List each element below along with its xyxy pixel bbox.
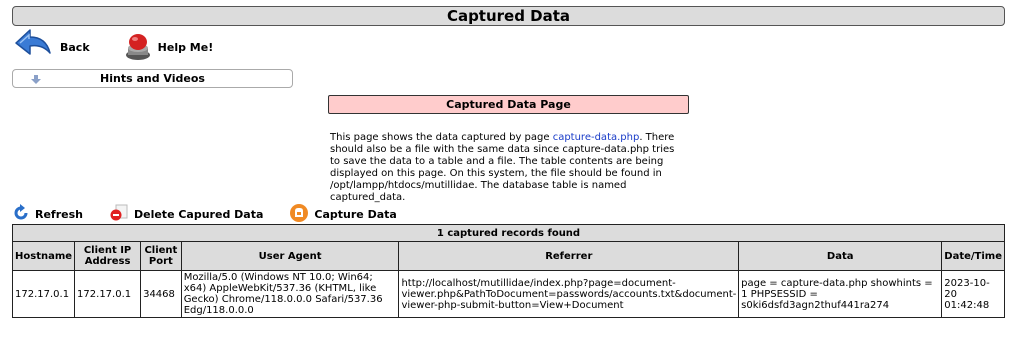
back-arrow-icon (12, 27, 54, 68)
record-count: 1 captured records found (12, 224, 1005, 242)
cell-client-ip: 172.17.0.1 (74, 270, 142, 318)
section-header: Captured Data Page (328, 95, 689, 114)
refresh-label: Refresh (35, 207, 83, 221)
capture-data-link[interactable]: capture-data.php (553, 132, 640, 143)
capture-label: Capture Data (314, 207, 397, 221)
page-description: This page shows the data captured by pag… (330, 132, 680, 204)
actions-bar: Refresh Delete Capured Data Capture Data (12, 203, 423, 226)
refresh-icon (12, 203, 30, 225)
table-row: 172.17.0.1 172.17.0.1 34468 Mozilla/5.0 … (11, 270, 1005, 318)
column-header-hostname: Hostname (11, 241, 76, 271)
page-title: Captured Data (12, 6, 1005, 26)
help-button[interactable]: Help Me! (124, 31, 214, 64)
help-button-icon (124, 31, 152, 64)
help-label: Help Me! (157, 40, 214, 54)
back-label: Back (60, 40, 90, 54)
back-button[interactable]: Back (12, 27, 90, 68)
table-header-row: Hostname Client IP Address Client Port U… (11, 241, 1005, 271)
cell-user-agent: Mozilla/5.0 (Windows NT 10.0; Win64; x64… (180, 270, 400, 318)
cell-data: page = capture-data.php showhints = 1 PH… (738, 270, 943, 318)
delete-captured-data-button[interactable]: Delete Capured Data (109, 204, 263, 225)
column-header-datetime: Date/Time (941, 241, 1005, 271)
record-count-row: 1 captured records found (12, 224, 1005, 242)
delete-icon (109, 204, 129, 225)
captured-records-table: 1 captured records found Hostname Client… (11, 224, 1005, 318)
capture-icon (289, 203, 309, 226)
hints-and-videos-toggle[interactable]: Hints and Videos (12, 69, 293, 88)
column-header-user-agent: User Agent (180, 241, 400, 271)
cell-hostname: 172.17.0.1 (11, 270, 76, 318)
hints-label: Hints and Videos (100, 72, 205, 85)
capture-data-button[interactable]: Capture Data (289, 203, 397, 226)
delete-label: Delete Capured Data (133, 207, 264, 221)
nav-bar: Back Help Me! (12, 28, 213, 66)
cell-referrer: http://localhost/mutillidae/index.php?pa… (398, 270, 740, 318)
column-header-referrer: Referrer (398, 241, 740, 271)
column-header-client-port: Client Port (140, 241, 182, 271)
column-header-data: Data (738, 241, 943, 271)
cell-datetime: 2023-10-20 01:42:48 (941, 270, 1005, 318)
cell-client-port: 34468 (140, 270, 182, 318)
refresh-button[interactable]: Refresh (12, 203, 83, 225)
column-header-client-ip: Client IP Address (74, 241, 142, 271)
description-text-start: This page shows the data captured by pag… (330, 132, 553, 143)
